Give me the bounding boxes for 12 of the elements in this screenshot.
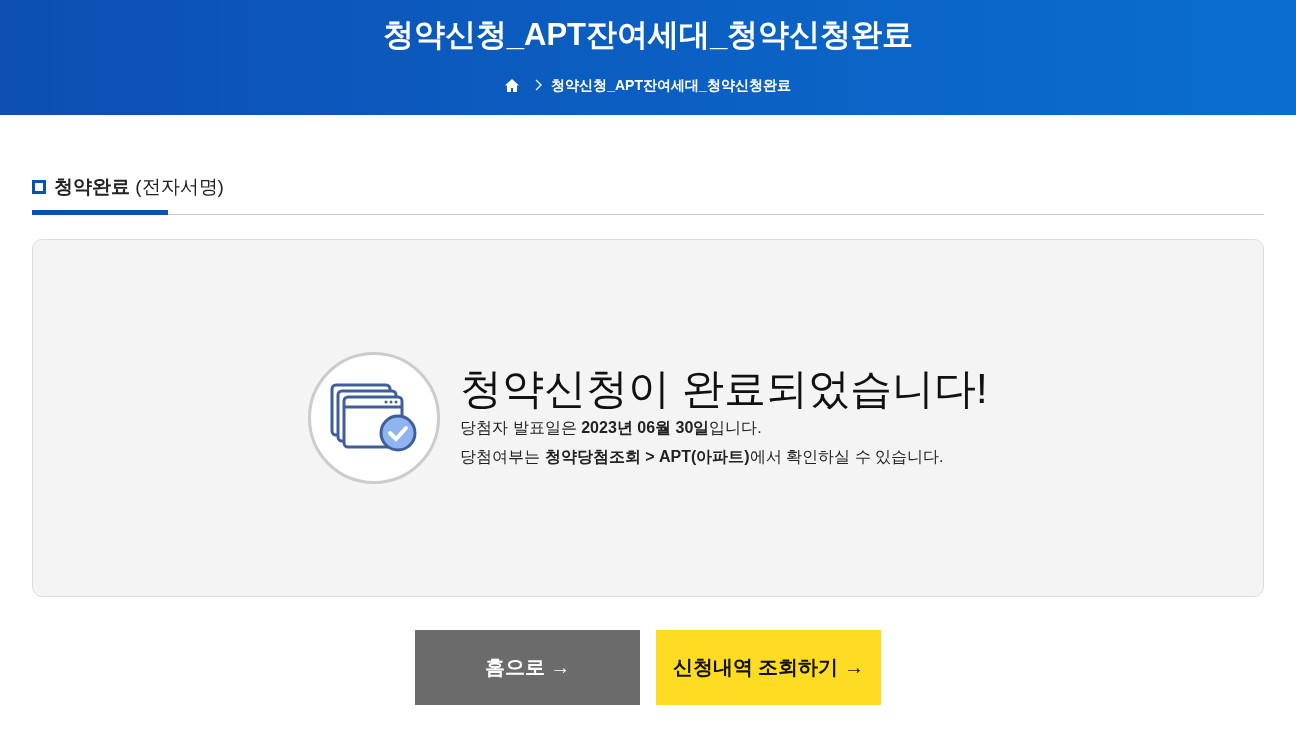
browser-windows-check-icon: [330, 382, 419, 453]
section-title: 청약완료 (전자서명): [54, 175, 224, 199]
square-bullet-icon: [32, 180, 46, 195]
page-title: 청약신청_APT잔여세대_청약신청완료: [381, 16, 915, 54]
info-sentence: 당첨자 발표일은 2023년 06월 30일입니다.: [460, 417, 763, 438]
home-button[interactable]: 홈으로 →: [415, 629, 640, 705]
breadcrumb-link[interactable]: 청약신청_APT잔여세대_청약신청완료: [551, 74, 791, 96]
completion-headline: 청약신청이 완료되었습니다!: [460, 363, 988, 414]
home-icon[interactable]: [505, 78, 520, 92]
view-history-button[interactable]: 신청내역 조회하기 →: [656, 629, 881, 705]
info-sentence: 당첨여부는 청약당첨조회 > APT(아파트)에서 확인하실 수 있습니다.: [460, 446, 945, 467]
chevron-right-icon: [535, 79, 544, 91]
